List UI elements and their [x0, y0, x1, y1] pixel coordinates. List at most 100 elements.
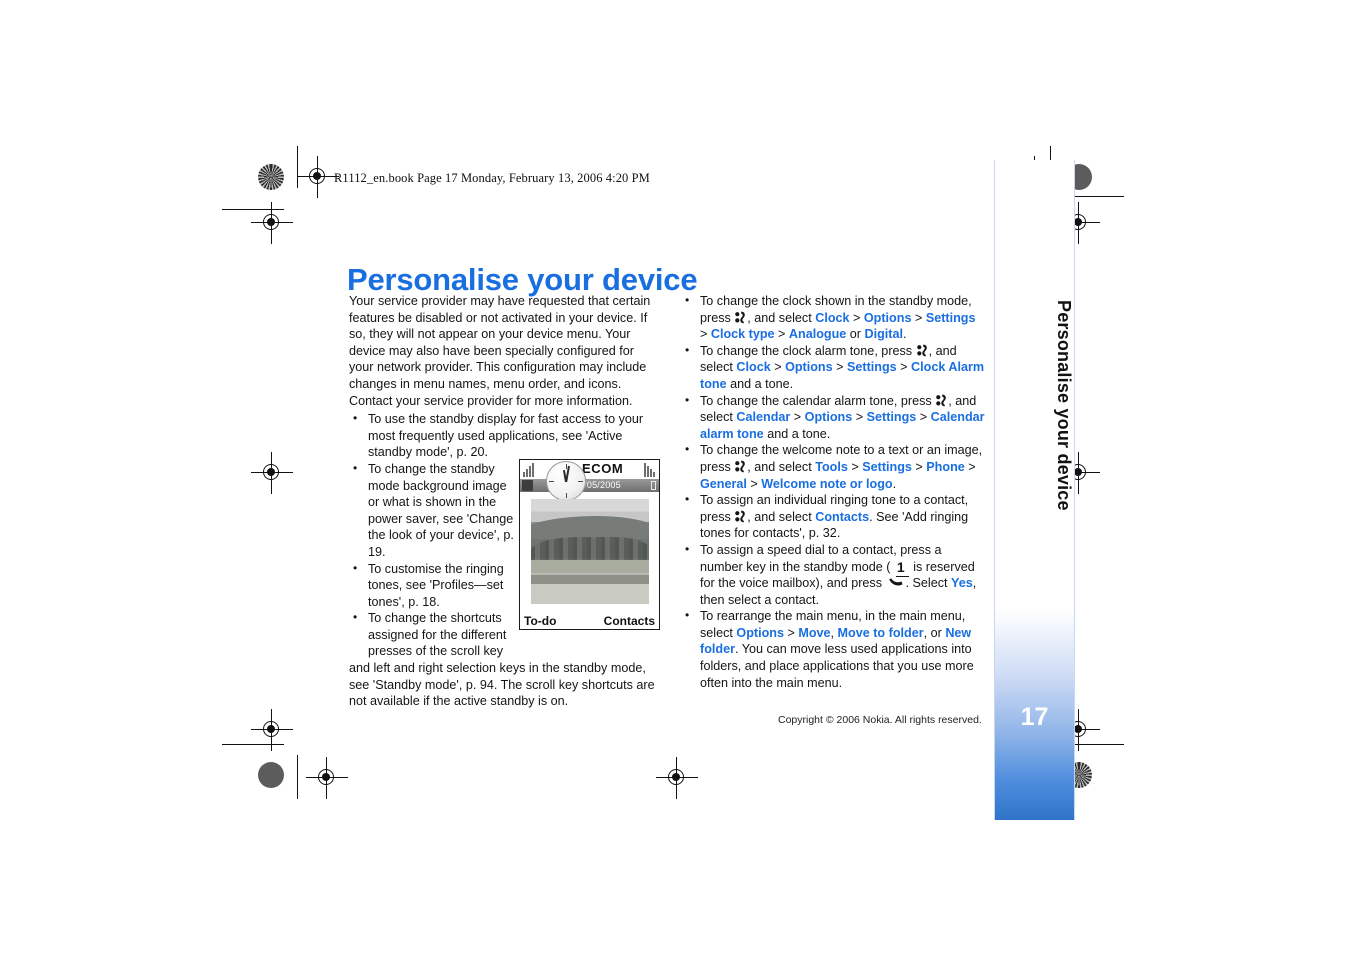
- right-bullet-list: To change the clock shown in the standby…: [681, 292, 986, 691]
- menu-path-link: Phone: [926, 459, 965, 474]
- menu-path-link: Digital: [864, 327, 903, 342]
- softkey-right-label: Contacts: [603, 614, 655, 628]
- crop-line-v-tl: [297, 146, 298, 188]
- bullet-text: >: [832, 360, 847, 375]
- menu-path-link: Yes: [951, 576, 973, 591]
- bullet-text: >: [916, 410, 931, 425]
- bullet-text: or: [846, 327, 865, 342]
- list-item: To assign an individual ringing tone to …: [681, 491, 986, 542]
- crop-line-v-bl: [297, 755, 298, 799]
- book-header-slug: R1112_en.book Page 17 Monday, February 1…: [334, 171, 650, 185]
- bullet-text: .: [892, 476, 897, 491]
- list-item: To use the standby display for fast acce…: [349, 410, 659, 461]
- menu-key-icon: [916, 344, 928, 357]
- bullet-text: and a tone.: [726, 376, 794, 391]
- intro-paragraph: Your service provider may have requested…: [349, 294, 651, 408]
- bullet-text: , and select: [747, 509, 816, 524]
- analogue-clock-icon: [546, 461, 586, 501]
- bullet-text: ,: [830, 625, 838, 640]
- list-item: To change the calendar alarm tone, press…: [681, 392, 986, 443]
- reg-mark-bottom-left: [306, 757, 348, 799]
- bullet-text: >: [847, 459, 863, 474]
- menu-path-link: Calendar: [736, 410, 791, 425]
- operator-name: TELECOM: [555, 461, 624, 476]
- chapter-tab-label: Personalise your device: [1054, 300, 1074, 511]
- menu-path-link: Tools: [815, 459, 848, 474]
- bullet-text: . You can move less used applications in…: [700, 642, 974, 690]
- bullet-text: To change the shortcuts assigned for the…: [368, 611, 507, 659]
- menu-path-link: General: [700, 476, 747, 491]
- page-number: 17: [1020, 703, 1049, 731]
- bullet-text: , and select: [747, 459, 816, 474]
- menu-path-link: Analogue: [788, 327, 847, 342]
- bullet-text: >: [849, 310, 864, 325]
- standby-date: Mo 02/05/2005: [558, 480, 621, 490]
- menu-path-link: Welcome note or logo: [761, 476, 893, 491]
- menu-path-link: Clock: [736, 360, 771, 375]
- menu-path-link: Move to folder: [837, 625, 924, 640]
- list-item: To change the clock alarm tone, press , …: [681, 342, 986, 393]
- bullet-text: and a tone.: [763, 426, 831, 441]
- bullet-text: To customise the ringing tones, see 'Pro…: [368, 561, 504, 609]
- number-key-one-glyph: 1: [894, 559, 910, 577]
- menu-path-link: Options: [804, 410, 853, 425]
- document-page: R1112_en.book Page 17 Monday, February 1…: [0, 0, 1351, 954]
- softkey-left-label: To-do: [524, 614, 557, 628]
- bullet-text: , or: [923, 625, 946, 640]
- phone-standby-screenshot: TELECOM Mo 02/05/2005 To-do Contacts: [519, 459, 660, 630]
- call-key-icon: [888, 576, 904, 588]
- density-dot-top-left: [258, 164, 284, 190]
- density-dot-bottom-left: [258, 762, 284, 788]
- menu-path-link: Options: [736, 625, 784, 640]
- menu-path-link: Settings: [925, 310, 976, 325]
- list-item: To change the clock shown in the standby…: [681, 292, 986, 343]
- menu-path-link: Contacts: [815, 509, 870, 524]
- menu-path-link: Settings: [866, 410, 917, 425]
- list-item: To change the shortcuts assigned for the…: [349, 609, 520, 660]
- menu-path-link: Clock: [815, 310, 850, 325]
- reg-mark-top-left-upper: [297, 156, 339, 198]
- phone-softkey-bar: To-do Contacts: [520, 612, 659, 628]
- bullet-text: To change the calendar alarm tone, press: [700, 393, 936, 408]
- bullet-text: >: [770, 360, 786, 375]
- list-item: To customise the ringing tones, see 'Pro…: [349, 560, 520, 611]
- list-item: To change the welcome note to a text or …: [681, 441, 986, 492]
- menu-key-icon: [735, 311, 746, 324]
- bullet-text: To use the standby display for fast acce…: [368, 412, 644, 460]
- bullet-text: >: [964, 459, 976, 474]
- bullet-text: To change the standby mode background im…: [368, 461, 514, 559]
- copyright-notice: Copyright © 2006 Nokia. All rights reser…: [778, 714, 982, 726]
- menu-path-link: Move: [798, 625, 831, 640]
- right-column: To change the clock shown in the standby…: [681, 292, 986, 691]
- bullet-text: >: [852, 410, 867, 425]
- bullet-text: . Select: [905, 576, 951, 591]
- wallpaper-landscape-photo: [531, 499, 649, 604]
- menu-path-link: Options: [785, 360, 833, 375]
- menu-path-link: Clock type: [710, 327, 775, 342]
- bullet-text: >: [911, 459, 927, 474]
- chapter-side-tab: Personalise your device 17: [994, 160, 1075, 820]
- list-item: To change the standby mode background im…: [349, 460, 520, 561]
- bullet-text: >: [774, 327, 789, 342]
- menu-path-link: Settings: [862, 459, 912, 474]
- bullet-text: >: [790, 410, 805, 425]
- bullet-text: To change the clock alarm tone, press: [700, 343, 916, 358]
- menu-path-link: Options: [863, 310, 912, 325]
- bullet-text: >: [896, 360, 912, 375]
- reg-mark-bottom-center: [656, 757, 698, 799]
- reg-mark-left-lower: [251, 709, 293, 751]
- battery-level-icon: [651, 481, 656, 490]
- bullet-text: .: [902, 327, 907, 342]
- bullet-text: >: [783, 625, 799, 640]
- menu-key-icon: [735, 460, 746, 473]
- list-item: To assign a speed dial to a contact, pre…: [681, 541, 986, 608]
- bullet4-continuation: and left and right selection keys in the…: [349, 661, 655, 709]
- list-item: To rearrange the main menu, in the main …: [681, 607, 986, 691]
- reg-mark-left-middle: [251, 452, 293, 494]
- menu-path-link: Settings: [847, 360, 897, 375]
- bullet-text: >: [911, 310, 926, 325]
- phone-status-bar: Mo 02/05/2005: [520, 479, 659, 492]
- bullet-text: >: [700, 327, 711, 342]
- phone-title-bar: TELECOM: [520, 460, 659, 479]
- menu-key-icon: [735, 510, 746, 523]
